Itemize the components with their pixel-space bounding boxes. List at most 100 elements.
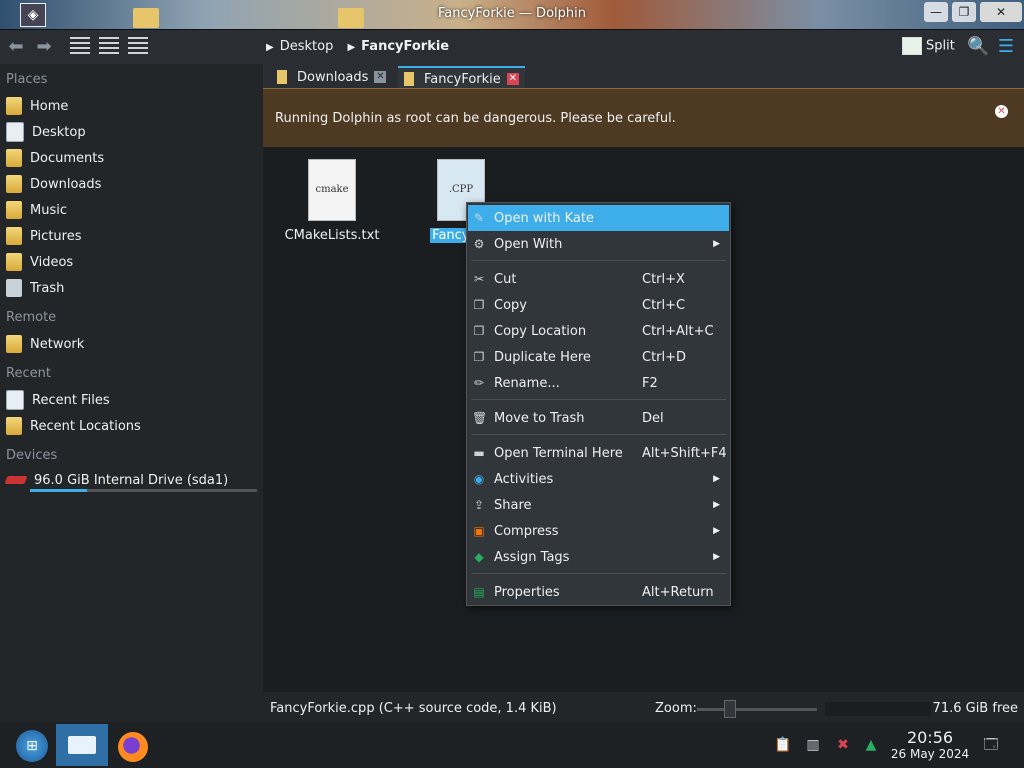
status-info: FancyForkie.cpp (C++ source code, 1.4 Ki… <box>270 701 557 716</box>
documents-folder-icon <box>6 149 22 167</box>
menu-separator <box>471 260 726 261</box>
music-folder-icon <box>6 201 22 219</box>
root-warning-banner: Running Dolphin as root can be dangerous… <box>263 88 1024 148</box>
zoom-slider[interactable] <box>697 708 817 711</box>
sidebar-item-pictures[interactable]: Pictures <box>6 225 81 247</box>
compress-icon: ▣ <box>473 524 485 538</box>
submenu-arrow-icon: ▶ <box>713 552 720 562</box>
taskbar-dolphin[interactable] <box>56 724 108 766</box>
back-arrow-icon[interactable]: ⬅ <box>6 37 26 57</box>
submenu-arrow-icon: ▶ <box>713 239 720 249</box>
audio-muted-icon[interactable]: ✖ <box>834 736 852 754</box>
menu-item-duplicate-here[interactable]: ❐ Duplicate Here Ctrl+D <box>468 344 729 370</box>
text-file-thumbnail: cmake <box>308 159 356 221</box>
start-menu-icon[interactable]: ⊞ <box>16 730 48 762</box>
compact-view-icon[interactable] <box>99 37 119 55</box>
sidebar-item-home[interactable]: Home <box>6 95 68 117</box>
tab-close-icon[interactable]: ✕ <box>506 73 519 85</box>
tab-downloads[interactable]: Downloads ✕ <box>271 66 392 88</box>
search-icon[interactable]: 🔍 <box>967 37 989 57</box>
free-space-label: 71.6 GiB free <box>932 701 1018 716</box>
sidebar-item-downloads[interactable]: Downloads <box>6 173 101 195</box>
split-label: Split <box>926 38 955 54</box>
tab-fancyforkie[interactable]: FancyForkie ✕ <box>398 66 525 90</box>
taskbar: ⊞ 📋 ▥ ✖ ▲ 20:56 26 May 2024 🗔 <box>0 722 1024 768</box>
clock[interactable]: 20:56 26 May 2024 <box>890 728 970 761</box>
menu-item-open-terminal-here[interactable]: ▬ Open Terminal Here Alt+Shift+F4 <box>468 440 729 466</box>
menu-item-open-with-kate[interactable]: ✎ Open with Kate <box>468 205 729 231</box>
copy-location-icon: ❐ <box>473 324 485 338</box>
zoom-slider-handle[interactable] <box>724 700 736 718</box>
videos-folder-icon <box>6 253 22 271</box>
minimize-button[interactable]: — <box>924 2 948 22</box>
tab-close-icon[interactable]: ✕ <box>374 71 387 83</box>
menu-item-cut[interactable]: ✂ Cut Ctrl+X <box>468 266 729 292</box>
breadcrumb-item-current[interactable]: FancyForkie <box>361 39 449 54</box>
breadcrumb-arrow-icon: ▶ <box>266 42 274 53</box>
menu-item-copy-location[interactable]: ❐ Copy Location Ctrl+Alt+C <box>468 318 729 344</box>
network-status-icon[interactable]: ▲ <box>862 736 880 754</box>
hard-drive-icon <box>4 476 28 484</box>
dismiss-warning-icon[interactable]: ✕ <box>995 105 1008 118</box>
icons-view-icon[interactable] <box>70 37 90 55</box>
forward-arrow-icon[interactable]: ➡ <box>34 37 54 57</box>
menu-item-activities[interactable]: ◉ Activities ▶ <box>468 466 729 492</box>
menu-item-share[interactable]: ⇪ Share ▶ <box>468 492 729 518</box>
sidebar-item-network[interactable]: Network <box>6 333 84 355</box>
breadcrumb-item-desktop[interactable]: Desktop <box>280 39 334 54</box>
kate-icon: ✎ <box>473 211 485 225</box>
menu-item-open-with[interactable]: ⚙ Open With ▶ <box>468 231 729 257</box>
desktop-icon <box>6 122 24 142</box>
menu-item-rename[interactable]: ✏ Rename... F2 <box>468 370 729 396</box>
close-button[interactable]: ✕ <box>980 2 1022 22</box>
notifications-icon[interactable]: 🗔 <box>982 736 1000 754</box>
folder-icon <box>404 72 414 86</box>
menu-separator <box>471 573 726 574</box>
split-button[interactable]: Split <box>902 37 955 55</box>
tag-icon: ◆ <box>474 550 484 564</box>
sidebar-item-desktop[interactable]: Desktop <box>6 121 86 143</box>
rename-icon: ✏ <box>473 376 485 390</box>
sidebar-item-videos[interactable]: Videos <box>6 251 73 273</box>
storage-icon[interactable]: ▥ <box>804 736 822 754</box>
copy-icon: ❐ <box>473 298 485 312</box>
drive-usage-bar <box>30 489 257 492</box>
sidebar-item-recent-files[interactable]: Recent Files <box>6 389 110 411</box>
file-item-cmakelists[interactable]: cmake CMakeLists.txt <box>282 159 382 243</box>
dolphin-icon <box>68 736 96 754</box>
warning-message: Running Dolphin as root can be dangerous… <box>275 111 676 126</box>
menu-item-copy[interactable]: ❐ Copy Ctrl+C <box>468 292 729 318</box>
title-bar: ◈ FancyForkie — Dolphin — ❐ ✕ <box>0 0 1024 30</box>
drive-usage-fill <box>30 489 87 492</box>
hamburger-menu-icon[interactable]: ☰ <box>996 37 1016 57</box>
duplicate-icon: ❐ <box>473 350 485 364</box>
menu-item-compress[interactable]: ▣ Compress ▶ <box>468 518 729 544</box>
clipboard-icon[interactable]: 📋 <box>774 736 792 754</box>
recent-locations-icon <box>6 417 22 435</box>
sidebar-item-recent-locations[interactable]: Recent Locations <box>6 415 141 437</box>
home-folder-icon <box>6 97 22 115</box>
menu-item-move-to-trash[interactable]: 🗑 Move to Trash Del <box>468 405 729 431</box>
properties-icon: ▤ <box>473 585 485 599</box>
taskbar-firefox[interactable] <box>108 724 160 766</box>
menu-item-assign-tags[interactable]: ◆ Assign Tags ▶ <box>468 544 729 570</box>
sidebar-item-trash[interactable]: Trash <box>6 277 64 299</box>
file-name: CMakeLists.txt <box>284 228 380 243</box>
details-view-icon[interactable] <box>128 37 148 55</box>
trash-icon <box>6 279 22 297</box>
places-panel: Places Home Desktop Documents Downloads … <box>0 64 263 692</box>
firefox-icon <box>118 732 148 762</box>
terminal-icon: ▬ <box>473 446 485 460</box>
tab-bar: Downloads ✕ FancyForkie ✕ <box>263 64 1024 90</box>
sidebar-item-music[interactable]: Music <box>6 199 67 221</box>
submenu-arrow-icon: ▶ <box>713 474 720 484</box>
open-with-icon: ⚙ <box>473 237 485 251</box>
window-title: FancyForkie — Dolphin <box>438 6 586 21</box>
maximize-button[interactable]: ❐ <box>952 2 976 22</box>
sidebar-item-internal-drive[interactable]: 96.0 GiB Internal Drive (sda1) <box>4 469 228 491</box>
recent-files-icon <box>6 390 24 410</box>
activities-icon: ◉ <box>473 472 485 486</box>
sidebar-item-documents[interactable]: Documents <box>6 147 104 169</box>
context-menu: ✎ Open with Kate ⚙ Open With ▶ ✂ Cut Ctrl+X ❐… <box>466 202 731 606</box>
menu-item-properties[interactable]: ▤ Properties Alt+Return <box>468 579 729 605</box>
